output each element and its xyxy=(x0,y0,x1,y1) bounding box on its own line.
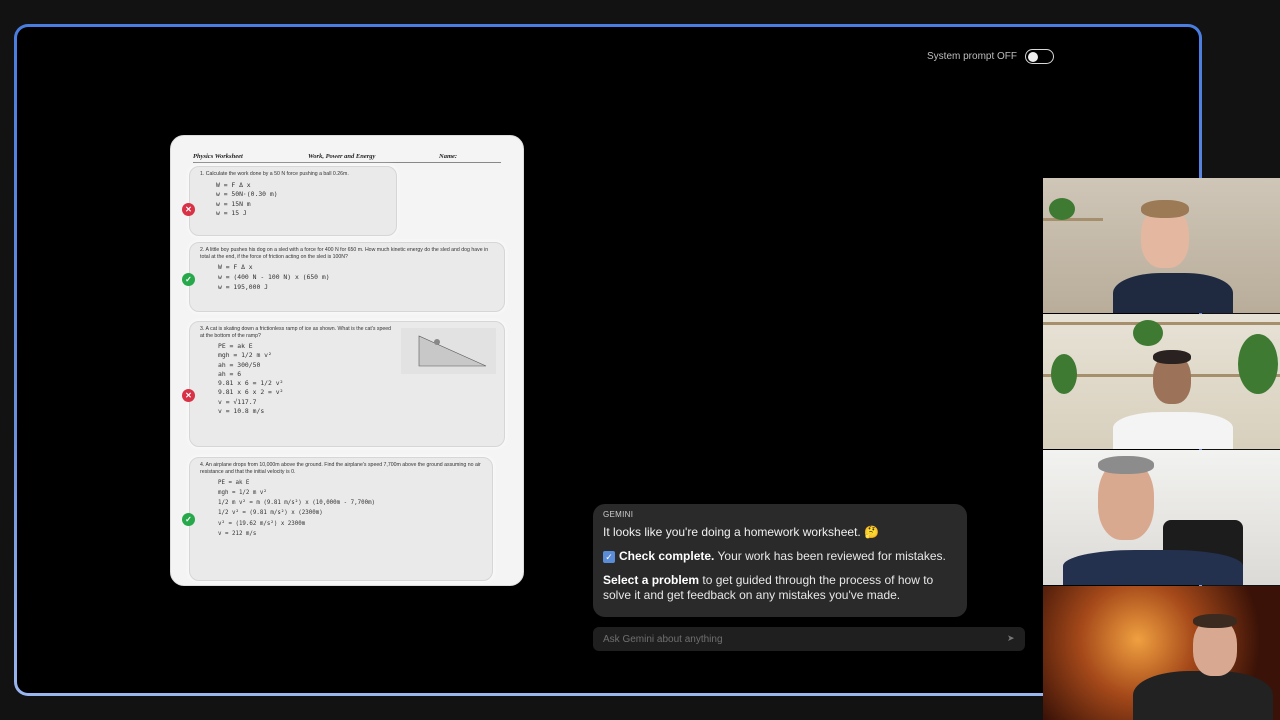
worksheet-name-label: Name: xyxy=(439,153,458,160)
ramp-svg xyxy=(418,335,487,367)
video-tile-participant-4[interactable] xyxy=(1043,586,1280,720)
send-icon[interactable]: ➤ xyxy=(1007,633,1017,643)
check-circle-icon: ✓ xyxy=(182,513,195,526)
problem-4-work: PE = ak E mgh = 1/2 m v² 1/2 m v² = m (9… xyxy=(218,480,376,537)
problem-1-work: W = F Δ x w = 50N·(0.30 m) w = 15N m w =… xyxy=(216,180,278,218)
problem-1-question: 1. Calculate the work done by a 50 N for… xyxy=(200,171,349,177)
worksheet-title: Physics Worksheet xyxy=(193,153,243,160)
worksheet-header: Physics Worksheet Work, Power and Energy… xyxy=(193,153,501,163)
problem-2[interactable]: 2. A little boy pushes his dog on a sled… xyxy=(189,242,505,312)
gemini-select-line: Select a problem to get guided through t… xyxy=(603,573,957,603)
ask-gemini-placeholder: Ask Gemini about anything xyxy=(603,633,723,645)
ramp-diagram xyxy=(401,328,496,374)
system-prompt-label: System prompt OFF xyxy=(927,51,1018,62)
video-tile-participant-2[interactable] xyxy=(1043,314,1280,449)
problem-4[interactable]: 4. An airplane drops from 10,000m above … xyxy=(189,457,493,581)
gemini-intro-text: It looks like you're doing a homework wo… xyxy=(603,525,880,539)
worksheet-image: Physics Worksheet Work, Power and Energy… xyxy=(170,135,524,586)
toggle-switch[interactable] xyxy=(1025,49,1055,64)
ask-gemini-input[interactable]: Ask Gemini about anything ➤ xyxy=(593,627,1025,651)
problem-1[interactable]: 1. Calculate the work done by a 50 N for… xyxy=(189,166,397,236)
worksheet-topic: Work, Power and Energy xyxy=(308,153,376,160)
problem-3[interactable]: 3. A cat is skating down a frictionless … xyxy=(189,321,505,447)
toggle-knob xyxy=(1028,51,1039,62)
check-circle-icon: ✓ xyxy=(182,273,195,286)
problem-2-work: W = F Δ x w = (400 N - 100 N) x (650 m) … xyxy=(218,263,330,291)
gemini-check-rest: Your work has been reviewed for mistakes… xyxy=(714,549,946,563)
gemini-check-bold: Check complete. xyxy=(619,549,715,563)
x-circle-icon: ✕ xyxy=(182,203,195,216)
gemini-response-card: GEMINI It looks like you're doing a home… xyxy=(593,504,967,617)
problem-2-question: 2. A little boy pushes his dog on a sled… xyxy=(200,247,489,260)
system-prompt-toggle[interactable]: System prompt OFF xyxy=(927,49,1055,64)
x-circle-icon: ✕ xyxy=(182,389,195,402)
gemini-check-line: ✓ Check complete. Your work has been revi… xyxy=(603,549,957,563)
checkbox-icon: ✓ xyxy=(603,551,615,563)
gemini-label: GEMINI xyxy=(603,510,634,519)
meeting-stage: System prompt OFF Physics Worksheet Work… xyxy=(0,0,1280,720)
video-tile-participant-1[interactable] xyxy=(1043,178,1280,313)
gemini-select-bold: Select a problem xyxy=(603,573,700,587)
video-tile-participant-3[interactable] xyxy=(1043,450,1280,585)
problem-4-question: 4. An airplane drops from 10,000m above … xyxy=(200,462,481,475)
